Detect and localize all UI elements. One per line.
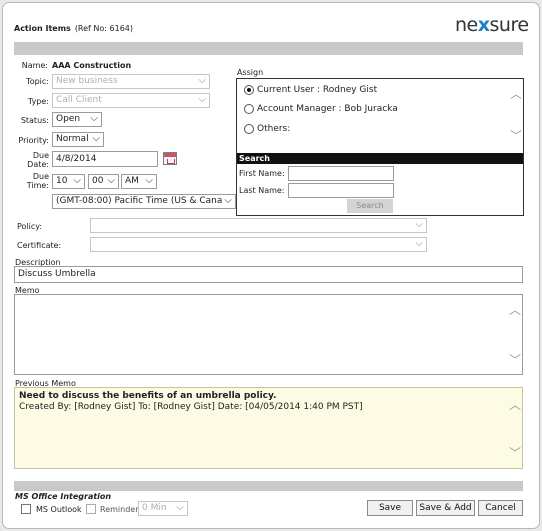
hour-select[interactable]: 10 ⌵ [52,174,85,189]
due-time-label-line: Due [32,172,49,181]
assign-option-label: Account Manager : Bob Juracka [257,104,398,114]
chevron-down-icon: ⌵ [415,219,423,230]
scroll-up-icon[interactable]: ︿ [509,301,521,318]
hour-value: 10 [56,176,68,186]
chevron-down-icon: ⌵ [415,238,423,249]
save-button[interactable]: Save [367,500,413,516]
status-select[interactable]: Open ⌵ [52,112,102,127]
topic-label: Topic: [26,77,49,86]
last-name-label: Last Name: [239,186,285,195]
due-date-label: Due Date: [14,151,49,169]
priority-value: Normal [56,134,89,144]
reminder-checkbox[interactable] [86,504,96,514]
timezone-value: (GMT-08:00) Pacific Time (US & Cana [56,196,223,206]
logo-part: sure [489,14,530,36]
search-section-header: Search [237,153,523,164]
certificate-label: Certificate: [17,241,62,250]
logo-part: ne [455,14,478,36]
dialog-title: Action Items (Ref No: 6164) [14,24,133,33]
chevron-down-icon: ⌵ [198,75,206,86]
chevron-down-icon: ⌵ [176,502,184,513]
scroll-down-icon[interactable]: ﹀ [510,127,522,144]
type-value: Call Client [56,95,102,105]
assign-option-label: Others: [257,124,291,134]
assign-current-user-radio[interactable] [244,85,254,95]
previous-memo-line: Need to discuss the benefits of an umbre… [19,391,277,401]
assign-others-radio[interactable] [244,124,254,134]
priority-label: Priority: [18,136,49,145]
chevron-down-icon: ⌵ [92,133,100,144]
timezone-select[interactable]: (GMT-08:00) Pacific Time (US & Cana ⌵ [52,194,236,209]
scroll-down-icon[interactable]: ﹀ [509,444,521,461]
assign-panel: Current User : Rodney Gist Account Manag… [236,78,524,216]
previous-memo-box: Need to discuss the benefits of an umbre… [14,387,523,469]
ms-office-label: MS Office Integration [15,492,112,501]
minute-value: 00 [92,176,104,186]
first-name-input[interactable] [288,166,394,181]
topic-value: New business [56,76,118,86]
due-time-label-line: Time: [26,181,49,190]
ampm-value: AM [125,176,139,186]
scroll-up-icon[interactable]: ︿ [510,85,522,102]
chevron-down-icon: ⌵ [198,94,206,105]
minute-select[interactable]: 00 ⌵ [88,174,119,189]
type-select[interactable]: Call Client ⌵ [52,93,210,108]
reminder-value: 0 Min [142,503,167,513]
status-label: Status: [20,116,49,125]
last-name-input[interactable] [288,183,394,198]
status-value: Open [56,114,81,124]
reminder-select[interactable]: 0 Min ⌵ [138,501,188,516]
cancel-button[interactable]: Cancel [478,500,523,516]
type-label: Type: [27,97,49,106]
scroll-up-icon[interactable]: ︿ [509,396,521,413]
previous-memo-meta: Created By: [Rodney Gist] To: [Rodney Gi… [19,402,363,412]
scroll-down-icon[interactable]: ﹀ [509,351,521,368]
nexsure-logo: nexsure [455,14,529,36]
assign-label: Assign [237,68,264,77]
description-input[interactable]: Discuss Umbrella [14,266,523,283]
footer-divider-bar [14,481,523,491]
ms-outlook-checkbox[interactable] [21,504,31,514]
ampm-select[interactable]: AM ⌵ [121,174,157,189]
save-and-add-button[interactable]: Save & Add [416,500,475,516]
calendar-icon[interactable] [163,152,177,165]
header-divider-bar [14,42,523,55]
due-date-label-line: Due [32,151,49,160]
chevron-down-icon: ⌵ [73,175,81,186]
due-time-label: Due Time: [14,172,49,190]
chevron-down-icon: ⌵ [90,113,98,124]
certificate-select[interactable]: ⌵ [90,237,427,252]
ref-number: (Ref No: 6164) [74,24,134,33]
title-text: Action Items [14,24,71,33]
due-date-label-line: Date: [27,160,49,169]
logo-x: x [477,14,490,36]
topic-select[interactable]: New business ⌵ [52,74,210,89]
chevron-down-icon: ⌵ [145,175,153,186]
chevron-down-icon: ⌵ [224,195,232,206]
name-label: Name: [21,61,48,70]
name-value: AAA Construction [52,61,132,70]
memo-textarea[interactable]: ︿ ﹀ [14,294,523,375]
policy-select[interactable]: ⌵ [90,218,427,233]
search-button[interactable]: Search [347,199,393,213]
reminder-label: Reminder [100,505,139,514]
chevron-down-icon: ⌵ [107,175,115,186]
due-date-input[interactable]: 4/8/2014 [52,151,158,167]
assign-account-manager-radio[interactable] [244,104,254,114]
assign-option-label: Current User : Rodney Gist [257,85,378,95]
policy-label: Policy: [17,222,43,231]
first-name-label: First Name: [239,169,285,178]
ms-outlook-label: MS Outlook [36,505,82,514]
priority-select[interactable]: Normal ⌵ [52,132,104,147]
